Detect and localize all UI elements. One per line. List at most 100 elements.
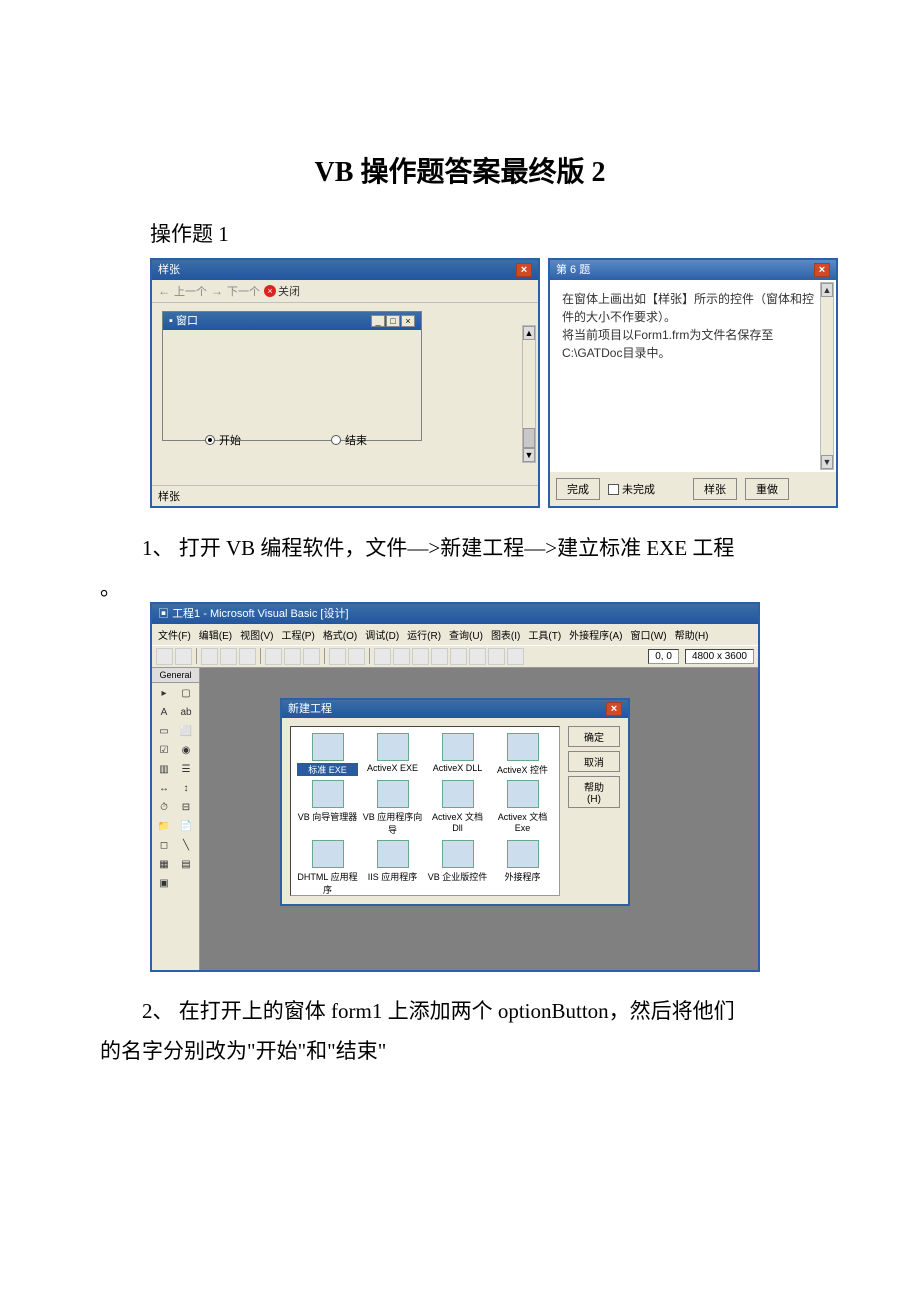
scroll-down-icon[interactable]: ▼	[821, 455, 833, 469]
button-tool-icon[interactable]: ⬜	[176, 723, 196, 741]
done-button[interactable]: 完成	[556, 478, 600, 500]
dir-tool-icon[interactable]: 📁	[154, 818, 174, 836]
picturebox-tool-icon[interactable]: ▢	[176, 685, 196, 703]
project-type-item[interactable]: IIS 应用程序	[362, 840, 423, 896]
label-tool-icon[interactable]: A	[154, 704, 174, 722]
vscroll-tool-icon[interactable]: ↕	[176, 780, 196, 798]
next-arrow-icon[interactable]: →	[211, 284, 223, 298]
project-type-icon	[442, 733, 474, 761]
close-icon[interactable]: ×	[516, 263, 532, 277]
scroll-thumb[interactable]	[523, 428, 535, 448]
menubar[interactable]: 文件(F)编辑(E)视图(V)工程(P) 格式(O)调试(D)运行(R)查询(U)…	[152, 624, 758, 645]
timer-tool-icon[interactable]: ⏱	[154, 799, 174, 817]
frame-tool-icon[interactable]: ▭	[154, 723, 174, 741]
toolbar-button[interactable]	[303, 648, 320, 665]
project-type-item[interactable]: VB 应用程序向导	[362, 780, 423, 836]
ok-button[interactable]: 确定	[568, 726, 620, 747]
undone-checkbox[interactable]: 未完成	[608, 481, 655, 497]
scrollbar[interactable]: ▲ ▼	[820, 282, 834, 470]
close-icon[interactable]: ×	[814, 263, 830, 277]
option-tool-icon[interactable]: ◉	[176, 742, 196, 760]
shape-tool-icon[interactable]: ◻	[154, 837, 174, 855]
menu-item[interactable]: 工程(P)	[279, 626, 316, 643]
project-type-item[interactable]: Activex 文档 Exe	[492, 780, 553, 836]
toolbar-button[interactable]	[265, 648, 282, 665]
toolbox[interactable]: General ▸ ▢ A ab ▭ ⬜ ☑ ◉ ▥ ☰ ↔ ↕ ⏱ ⊟ 📁	[152, 668, 200, 970]
toolbar-button[interactable]	[329, 648, 346, 665]
menu-item[interactable]: 外接程序(A)	[567, 626, 624, 643]
toolbar[interactable]: 0, 0 4800 x 3600	[152, 645, 758, 668]
toolbar-button[interactable]	[156, 648, 173, 665]
drive-tool-icon[interactable]: ⊟	[176, 799, 196, 817]
scroll-up-icon[interactable]: ▲	[821, 283, 833, 297]
maximize-icon[interactable]: □	[386, 315, 400, 327]
project-type-item[interactable]: ActiveX EXE	[362, 733, 423, 776]
menu-item[interactable]: 文件(F)	[156, 626, 193, 643]
redo-button[interactable]: 重做	[745, 478, 789, 500]
project-type-item[interactable]: ActiveX 控件	[492, 733, 553, 776]
project-type-item[interactable]: VB 向导管理器	[297, 780, 358, 836]
toolbar-button[interactable]	[201, 648, 218, 665]
toolbar-close-button[interactable]: × 关闭	[264, 283, 300, 299]
project-type-item[interactable]: VB 企业版控件	[427, 840, 488, 896]
menu-item[interactable]: 视图(V)	[238, 626, 275, 643]
menu-item[interactable]: 查询(U)	[447, 626, 485, 643]
toolbar-button[interactable]	[284, 648, 301, 665]
toolbar-button[interactable]	[348, 648, 365, 665]
project-type-label: VB 向导管理器	[297, 810, 358, 823]
project-type-label: Activex 文档 Exe	[492, 810, 553, 833]
toolbar-button[interactable]	[488, 648, 505, 665]
file-tool-icon[interactable]: 📄	[176, 818, 196, 836]
toolbar-button[interactable]	[175, 648, 192, 665]
project-type-item[interactable]: DHTML 应用程序	[297, 840, 358, 896]
toolbar-button[interactable]	[450, 648, 467, 665]
toolbar-button[interactable]	[469, 648, 486, 665]
project-type-item[interactable]: ActiveX DLL	[427, 733, 488, 776]
sample-button[interactable]: 样张	[693, 478, 737, 500]
textbox-tool-icon[interactable]: ab	[176, 704, 196, 722]
project-type-icon	[442, 780, 474, 808]
minimize-icon[interactable]: _	[371, 315, 385, 327]
toolbar-button[interactable]	[412, 648, 429, 665]
toolbar-button[interactable]	[393, 648, 410, 665]
data-tool-icon[interactable]: ▤	[176, 856, 196, 874]
line-tool-icon[interactable]: ╲	[176, 837, 196, 855]
toolbar-button[interactable]	[220, 648, 237, 665]
menu-item[interactable]: 窗口(W)	[629, 626, 669, 643]
menu-item[interactable]: 帮助(H)	[673, 626, 711, 643]
toolbar-button[interactable]	[507, 648, 524, 665]
question-footer: 完成 未完成 样张 重做	[550, 472, 836, 506]
scrollbar[interactable]: ▲ ▼	[522, 325, 536, 463]
close-icon[interactable]: ×	[606, 702, 622, 716]
ole-tool-icon[interactable]: ▣	[154, 875, 174, 893]
inner-close-icon[interactable]: ×	[401, 315, 415, 327]
next-button[interactable]: 下一个	[227, 283, 260, 299]
checkbox-tool-icon[interactable]: ☑	[154, 742, 174, 760]
scroll-up-icon[interactable]: ▲	[523, 326, 535, 340]
project-type-list[interactable]: 标准 EXEActiveX EXEActiveX DLLActiveX 控件 VB…	[290, 726, 560, 896]
cancel-button[interactable]: 取消	[568, 751, 620, 772]
prev-arrow-icon[interactable]: ←	[158, 284, 170, 298]
image-tool-icon[interactable]: ▦	[154, 856, 174, 874]
radio-start[interactable]: 开始	[205, 432, 241, 448]
menu-item[interactable]: 编辑(E)	[197, 626, 234, 643]
menu-item[interactable]: 工具(T)	[526, 626, 563, 643]
menu-item[interactable]: 图表(I)	[489, 626, 522, 643]
toolbar-button[interactable]	[431, 648, 448, 665]
radio-end[interactable]: 结束	[331, 432, 367, 448]
help-button[interactable]: 帮助(H)	[568, 776, 620, 808]
project-type-item[interactable]: ActiveX 文档 Dll	[427, 780, 488, 836]
hscroll-tool-icon[interactable]: ↔	[154, 780, 174, 798]
project-type-item[interactable]: 外接程序	[492, 840, 553, 896]
scroll-down-icon[interactable]: ▼	[523, 448, 535, 462]
menu-item[interactable]: 运行(R)	[405, 626, 443, 643]
toolbar-button[interactable]	[374, 648, 391, 665]
project-type-item[interactable]: 标准 EXE	[297, 733, 358, 776]
menu-item[interactable]: 格式(O)	[321, 626, 359, 643]
toolbar-button[interactable]	[239, 648, 256, 665]
combobox-tool-icon[interactable]: ▥	[154, 761, 174, 779]
listbox-tool-icon[interactable]: ☰	[176, 761, 196, 779]
menu-item[interactable]: 调试(D)	[363, 626, 401, 643]
prev-button[interactable]: 上一个	[174, 283, 207, 299]
pointer-tool-icon[interactable]: ▸	[154, 685, 174, 703]
